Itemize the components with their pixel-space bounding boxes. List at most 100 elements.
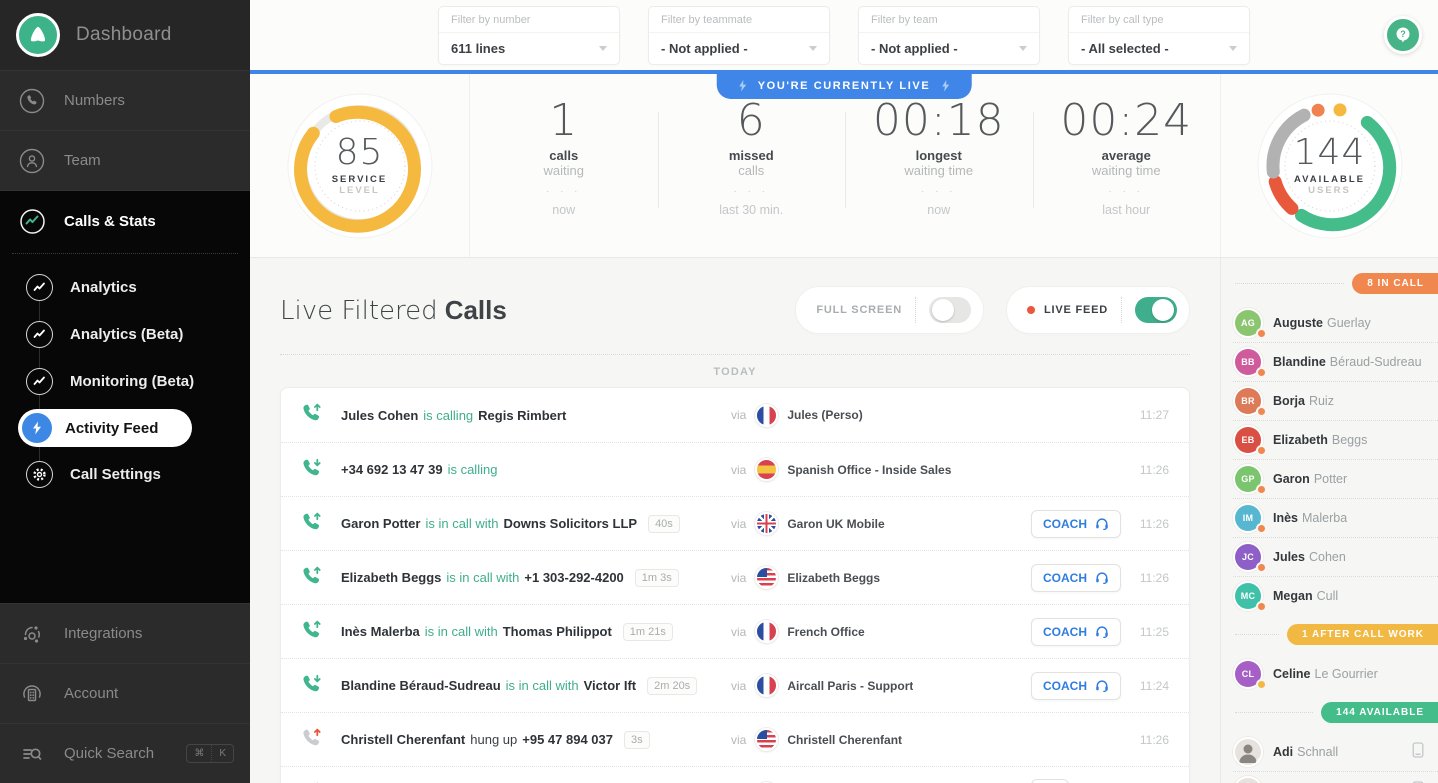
via-label: via	[731, 678, 747, 693]
avatar-initials: MC	[1240, 590, 1256, 601]
help-button[interactable]: ?	[1384, 16, 1422, 54]
lightning-icon	[941, 80, 949, 92]
filter-by-teammate[interactable]: Filter by teammate - Not applied -	[648, 5, 830, 65]
presence-user-row[interactable]: AdrienBordet	[1221, 771, 1438, 783]
line-name: Spanish Office - Inside Sales	[787, 462, 952, 477]
coach-button[interactable]: COACH	[1031, 563, 1121, 592]
metric-period: now	[552, 203, 576, 218]
feed-dotted-divider	[280, 354, 1190, 355]
presence-user-row[interactable]: EB Elizabeth Beggs	[1221, 420, 1438, 459]
caller-name: Elizabeth Beggs	[341, 570, 442, 585]
presence-user-row[interactable]: BR Borja Ruiz	[1221, 381, 1438, 420]
sidebar-item-label: Analytics (Beta)	[70, 326, 184, 343]
availability-value: 144	[1293, 132, 1366, 173]
sidebar-item-analytics-beta[interactable]: Analytics (Beta)	[0, 311, 250, 358]
call-row[interactable]: +34 692 13 47 39 is calling via Spanish …	[281, 442, 1189, 496]
headset-icon	[1096, 626, 1108, 638]
via-label: via	[731, 732, 747, 747]
fullscreen-toggle[interactable]	[928, 297, 971, 323]
call-row[interactable]: Blandine Béraud-Sudreau is in call with …	[281, 658, 1189, 712]
call-row[interactable]: Garon Potter is in call with Downs Solic…	[281, 496, 1189, 550]
filter-value: - All selected -	[1081, 40, 1169, 56]
sidebar-item-label: Quick Search	[64, 745, 155, 762]
line-flag-icon	[755, 620, 779, 643]
call-type-phone-icon	[301, 727, 325, 753]
presence-user-row[interactable]: IM Inès Malerba	[1221, 498, 1438, 537]
presence-panel: 8 IN CALL AG Auguste Guerlay BB Blandine B…	[1220, 258, 1438, 783]
sidebar-item-account[interactable]: Account	[0, 663, 250, 723]
metric-ellipsis: · · ·	[545, 186, 582, 198]
sidebar-item-integrations[interactable]: Integrations	[0, 603, 250, 663]
user-name: Garon Potter	[1273, 471, 1348, 486]
sidebar-item-label: Team	[64, 152, 101, 169]
filter-by-call-type[interactable]: Filter by call type - All selected -	[1068, 5, 1250, 65]
avatar-initials: EB	[1241, 434, 1255, 445]
avatar: GP	[1235, 465, 1265, 493]
line-name: Aircall Paris - Support	[787, 678, 914, 693]
coach-button[interactable]: COACH	[1031, 509, 1121, 538]
filter-by-team[interactable]: Filter by team - Not applied -	[858, 5, 1040, 65]
sidebar-item-activity-feed[interactable]: Activity Feed	[18, 409, 192, 447]
call-line-info: via French Office	[731, 620, 1031, 643]
app-header: Dashboard	[0, 0, 250, 70]
presence-user-row[interactable]: AG Auguste Guerlay	[1221, 303, 1438, 342]
sidebar-item-team[interactable]: Team	[0, 130, 250, 190]
sidebar-item-calls-stats[interactable]: Calls & Stats	[0, 193, 250, 249]
call-row[interactable]: Jules Cohen is calling Regis Rimbert via…	[281, 388, 1189, 442]
coach-button[interactable]: COACH	[1031, 617, 1121, 646]
call-status: is in call with	[425, 516, 499, 531]
sidebar-item-monitoring-beta[interactable]: Monitoring (Beta)	[0, 358, 250, 405]
filter-by-number[interactable]: Filter by number 611 lines	[438, 5, 620, 65]
presence-user-row[interactable]: Adi Schnall	[1221, 732, 1438, 771]
presence-user-row[interactable]: MC Megan Cull	[1221, 576, 1438, 615]
presence-user-row[interactable]: CL Celine Le Gourrier	[1221, 654, 1438, 693]
presence-group-header: 144 AVAILABLE	[1221, 702, 1438, 723]
sidebar-item-quick-search[interactable]: Quick Search ⌘ K	[0, 723, 250, 783]
presence-group-header: 8 IN CALL	[1221, 273, 1438, 294]
call-line-info: via Christell Cherenfant	[731, 728, 1031, 751]
coach-label: COACH	[1043, 516, 1087, 531]
presence-user-row[interactable]: BB Blandine Béraud-Sudreau	[1221, 342, 1438, 381]
live-dot-icon	[1026, 306, 1035, 314]
status-dot	[1258, 524, 1265, 532]
sidebar-item-call-settings[interactable]: Call Settings	[0, 451, 250, 498]
status-dot	[1258, 446, 1265, 454]
team-icon	[18, 147, 46, 175]
k-key: K	[211, 745, 233, 762]
call-row[interactable]: Christell Cherenfant called +1 973-229-8…	[281, 766, 1189, 783]
sidebar-item-analytics[interactable]: Analytics	[0, 264, 250, 311]
status-dot	[1258, 758, 1261, 765]
coach-button[interactable]: COACH	[1031, 671, 1121, 700]
metric-missed-calls: 6 missed calls · · · last 30 min.	[657, 97, 846, 257]
call-time: 11:24	[1139, 678, 1169, 693]
livefeed-toggle[interactable]	[1135, 297, 1177, 323]
keyboard-shortcut: ⌘ K	[186, 744, 234, 763]
sidebar-item-numbers[interactable]: Numbers	[0, 70, 250, 130]
call-action-zone: COACH	[1031, 671, 1127, 700]
call-type-phone-icon	[301, 673, 325, 699]
metric-value: 00:18	[872, 95, 1005, 146]
status-dot	[1258, 485, 1265, 493]
call-row[interactable]: Inès Malerba is in call with Thomas Phil…	[281, 604, 1189, 658]
sidebar-item-label: Integrations	[64, 625, 143, 642]
status-dot	[1258, 563, 1265, 571]
presence-user-row[interactable]: JC Jules Cohen	[1221, 537, 1438, 576]
call-action-zone: COACH	[1031, 617, 1127, 646]
line-flag-icon	[755, 458, 779, 481]
page-title-bold: Calls	[444, 294, 507, 325]
play-button[interactable]	[1031, 778, 1069, 783]
call-row[interactable]: Elizabeth Beggs is in call with +1 303-2…	[281, 550, 1189, 604]
status-badge: 144 AVAILABLE	[1321, 702, 1438, 723]
callee-name: Victor Ift	[583, 678, 637, 693]
call-action-zone	[1031, 778, 1127, 783]
sidebar: Dashboard Numbers Team Calls & Stats Ana…	[0, 0, 250, 783]
call-type-phone-icon	[301, 511, 325, 537]
call-duration-badge: 1m 21s	[622, 622, 673, 641]
call-row[interactable]: Christell Cherenfant hung up +95 47 894 …	[281, 712, 1189, 766]
presence-user-row[interactable]: GP Garon Potter	[1221, 459, 1438, 498]
avatar: IM	[1235, 504, 1265, 532]
line-flag-icon	[755, 728, 779, 751]
caller-name: Inès Malerba	[341, 624, 420, 639]
call-duration-badge: 40s	[648, 514, 680, 533]
service-level-sublabel: LEVEL	[339, 185, 380, 196]
